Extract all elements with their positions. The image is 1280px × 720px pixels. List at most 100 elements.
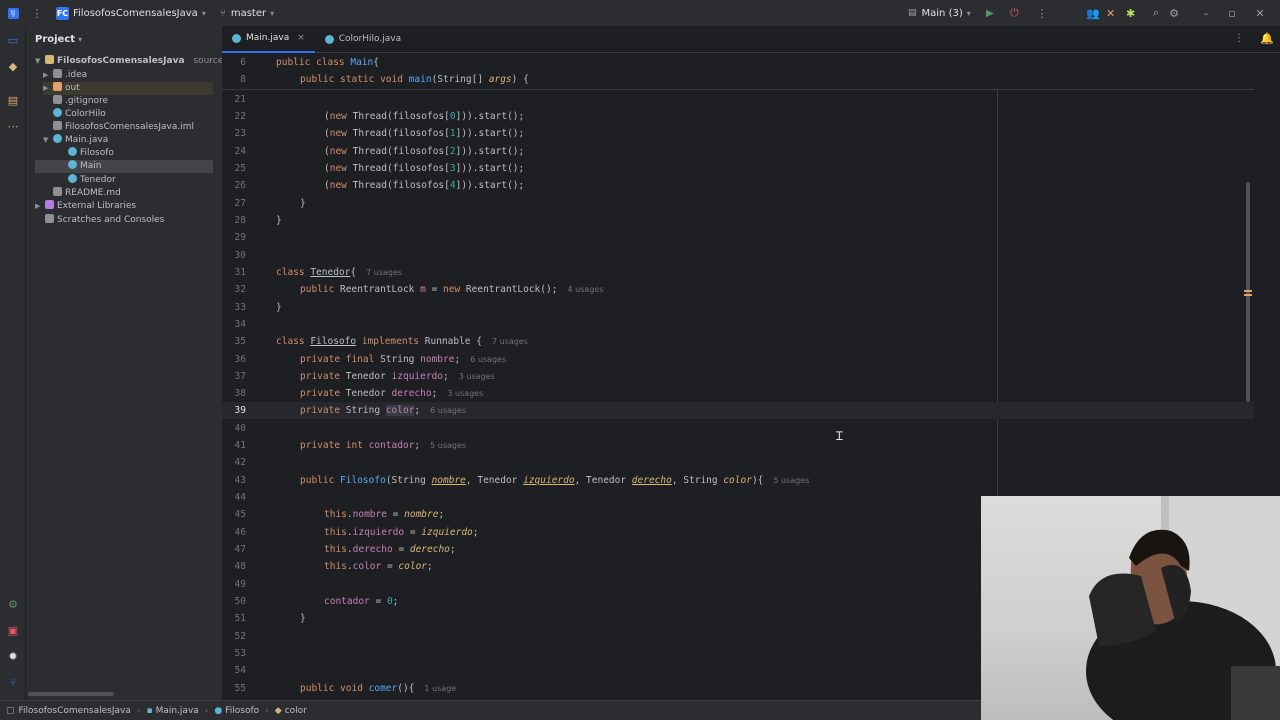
project-selector[interactable]: FC FilosofosComensalesJava ▾ <box>56 0 206 26</box>
folder-icon <box>53 69 62 78</box>
line-number: 35 <box>234 336 246 347</box>
tree-item-out[interactable]: ▶ out <box>43 82 213 95</box>
code-line-36: private final String nombre; 6 usages <box>300 354 507 365</box>
code-line-43: public Filosofo(String nombre, Tenedor i… <box>300 475 810 486</box>
usages-hint[interactable]: 7 usages <box>366 268 402 277</box>
main-menu-icon[interactable]: ⋮ <box>26 0 48 26</box>
tree-item-main[interactable]: Main <box>35 160 213 173</box>
branch-selector[interactable]: ⑂ master ▾ <box>220 0 274 26</box>
line-number: 23 <box>234 128 246 139</box>
minimize-button[interactable]: – <box>1196 0 1216 26</box>
more-tools-icon[interactable]: ⋯ <box>4 118 22 136</box>
line-number: 22 <box>234 111 246 122</box>
code-line-41: private int contador; 5 usages <box>300 440 467 451</box>
class-icon <box>53 108 62 117</box>
notifications-icon[interactable]: 🔔 <box>1260 32 1274 45</box>
search-icon: ⌕ <box>1152 6 1160 19</box>
tab-options-icon[interactable]: ⋮ <box>1234 33 1244 44</box>
tree-item-iml[interactable]: FilosofosComensalesJava.iml <box>53 121 194 134</box>
app-logo-icon[interactable]: IJ <box>0 0 26 26</box>
commit-tool-icon[interactable]: ◆ <box>4 58 22 76</box>
collab-button[interactable]: 👥 <box>1086 0 1100 26</box>
breadcrumb-field[interactable]: color <box>285 706 307 716</box>
tree-item-gitignore[interactable]: .gitignore <box>53 95 108 108</box>
tab-colorhilo-java[interactable]: ColorHilo.java <box>315 26 411 53</box>
breadcrumb-file[interactable]: Main.java <box>156 706 199 716</box>
structure-tool-icon[interactable]: ▤ <box>4 92 22 110</box>
usages-hint[interactable]: 6 usages <box>470 355 506 364</box>
maximize-button[interactable]: ▫ <box>1222 0 1242 26</box>
project-panel-header[interactable]: Project ▾ <box>26 26 222 52</box>
collapsed-arrow-icon: ▶ <box>43 84 49 92</box>
code-line-31: class Tenedor{7 usages <box>276 267 403 278</box>
code-line-48: this.color = color; <box>324 561 433 572</box>
usages-hint[interactable]: 5 usages <box>430 441 466 450</box>
usages-hint[interactable]: 4 usages <box>567 285 603 294</box>
tree-item-main-java[interactable]: ▼ Main.java <box>43 134 108 147</box>
code-line-39: private String color; 6 usages <box>300 405 467 416</box>
class-icon: ● <box>214 705 223 716</box>
close-button[interactable]: ✕ <box>1250 0 1270 26</box>
line-number: 53 <box>234 648 246 659</box>
code-line-45: this.nombre = nombre; <box>324 509 445 520</box>
tree-item-external-libraries[interactable]: ▶ External Libraries <box>35 200 136 213</box>
git-tool-icon[interactable]: ⑂ <box>4 674 22 692</box>
problems-tool-icon[interactable]: ✹ <box>4 648 22 666</box>
line-number: 48 <box>234 561 246 572</box>
more-actions-button[interactable]: ⋮ <box>1032 0 1052 26</box>
usages-hint[interactable]: 3 usages <box>459 372 495 381</box>
chevron-down-icon: ▾ <box>966 8 971 18</box>
run-button[interactable]: ▶ <box>986 0 994 26</box>
code-line-26: (new Thread(filosofos[4])).start(); <box>324 180 525 191</box>
usages-hint[interactable]: 1 usage <box>424 684 456 693</box>
folder-icon <box>45 55 54 64</box>
close-tab-icon[interactable]: × <box>297 33 305 43</box>
usages-hint[interactable]: 7 usages <box>492 337 528 346</box>
chevron-down-icon: ▾ <box>78 34 83 44</box>
tree-item-idea[interactable]: ▶ .idea <box>43 69 87 82</box>
config-icon: ▤ <box>908 8 917 18</box>
minimize-icon: – <box>1203 6 1209 20</box>
build-button[interactable]: ✕ <box>1106 0 1115 26</box>
code-line-38: private Tenedor derecho; 3 usages <box>300 388 484 399</box>
services-tool-icon[interactable]: ⚙ <box>4 596 22 614</box>
settings-button[interactable]: ⚙ <box>1164 0 1184 26</box>
tree-root[interactable]: ▼ FilosofosComensalesJava sources <box>35 55 228 68</box>
tree-item-tenedor[interactable]: Tenedor <box>68 174 116 187</box>
breadcrumb-project[interactable]: FilosofosComensalesJava <box>19 706 131 716</box>
tab-main-java[interactable]: Main.java × <box>222 26 315 53</box>
terminal-tool-icon[interactable]: ▣ <box>4 622 22 640</box>
tree-item-label: ColorHilo <box>65 109 106 119</box>
code-line-55: public void comer(){1 usage <box>300 683 457 694</box>
search-button[interactable]: ⌕ <box>1146 0 1166 26</box>
usages-hint[interactable]: 5 usages <box>773 476 809 485</box>
branch-icon: ⑂ <box>219 7 226 19</box>
hammer-icon: ✕ <box>1106 6 1116 20</box>
code-line-51: } <box>300 613 306 624</box>
breadcrumb-class[interactable]: Filosofo <box>225 706 259 716</box>
tree-item-label: Tenedor <box>80 175 116 185</box>
tree-item-readme[interactable]: README.md <box>53 187 121 200</box>
vertical-scrollbar[interactable] <box>1246 182 1250 402</box>
line-number: 8 <box>240 74 246 85</box>
tree-item-label: README.md <box>65 188 121 198</box>
line-number: 41 <box>234 440 246 451</box>
tree-item-scratches[interactable]: Scratches and Consoles <box>45 214 164 227</box>
code-line-35: class Filosofo implements Runnable {7 us… <box>276 336 528 347</box>
project-tool-icon[interactable]: ▭ <box>4 32 22 50</box>
scroll-marker <box>1244 294 1252 296</box>
usages-hint[interactable]: 3 usages <box>447 389 483 398</box>
horizontal-scrollbar[interactable] <box>28 692 114 696</box>
tree-item-filosofo[interactable]: Filosofo <box>68 147 114 160</box>
usages-hint[interactable]: 6 usages <box>430 406 466 415</box>
code-line-6: public class Main{ <box>276 57 379 68</box>
debug-button[interactable]: ✱ <box>1126 0 1135 26</box>
tree-item-colorhilo[interactable]: ColorHilo <box>53 108 106 121</box>
chevron-down-icon: ▾ <box>201 8 206 18</box>
editor-tabs: Main.java × ColorHilo.java ⋮ <box>222 26 1280 53</box>
stop-button[interactable]: ⏻ <box>1010 0 1019 26</box>
run-config-selector[interactable]: ▤ Main (3) ▾ <box>908 0 971 26</box>
java-file-icon: ▪ <box>146 705 153 716</box>
line-number: 40 <box>234 423 246 434</box>
line-number: 37 <box>234 371 246 382</box>
